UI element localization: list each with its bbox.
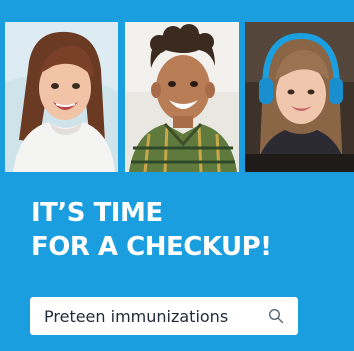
boy-smiling-photo	[125, 22, 239, 172]
photo-strip	[0, 0, 354, 172]
headline-line-2: FOR A CHECKUP!	[31, 232, 272, 262]
search-box[interactable]	[30, 297, 298, 335]
search-input[interactable]	[44, 306, 268, 326]
headline: IT’S TIME FOR A CHECKUP!	[31, 196, 272, 264]
girl-headphones-photo	[245, 22, 354, 172]
headline-line-1: IT’S TIME	[31, 198, 163, 228]
checkup-banner: IT’S TIME FOR A CHECKUP!	[0, 0, 354, 351]
search-icon[interactable]	[268, 308, 284, 324]
girl-smiling-photo	[5, 22, 118, 172]
